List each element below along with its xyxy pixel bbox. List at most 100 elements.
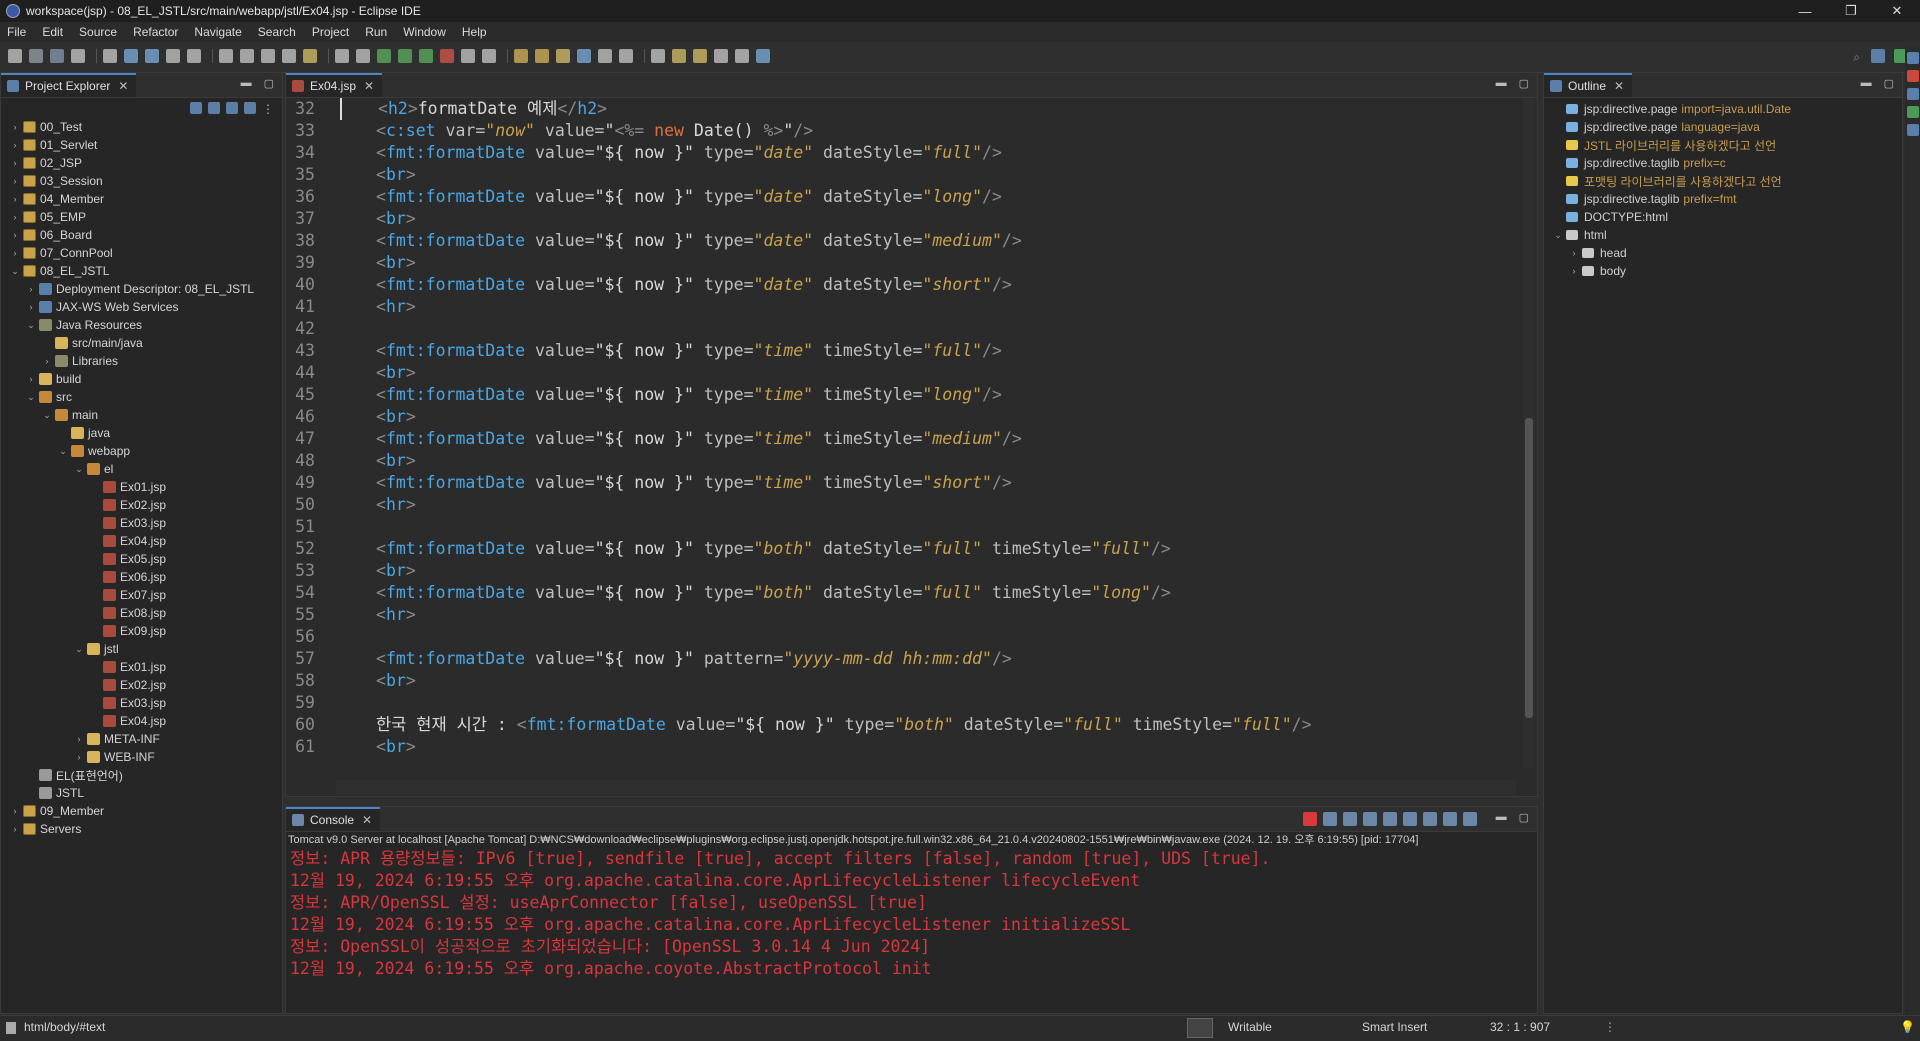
tree-item[interactable]: › JAX-WS Web Services	[1, 298, 282, 316]
tasks-icon[interactable]	[1906, 88, 1919, 100]
toolbar-button-icon[interactable]	[335, 49, 349, 63]
scroll-thumb[interactable]	[1525, 418, 1533, 718]
minimize-icon[interactable]: ▬	[1861, 77, 1872, 90]
code-line[interactable]: 35 <br>	[286, 164, 1521, 186]
outline-item[interactable]: 포맷팅 라이브러리를 사용하겠다고 선언	[1552, 172, 1902, 190]
status-menu-icon[interactable]: ⋮	[1604, 1020, 1616, 1034]
code-line[interactable]: 54 <fmt:formatDate value="${ now }" type=…	[286, 582, 1521, 604]
chevron-down-icon[interactable]: ⌄	[73, 644, 85, 655]
tree-item[interactable]: Ex07.jsp	[1, 586, 282, 604]
toolbar-button-icon[interactable]	[103, 49, 117, 63]
tree-item[interactable]: Ex04.jsp	[1, 712, 282, 730]
tree-item[interactable]: EL(표현언어)	[1, 766, 282, 784]
menu-window[interactable]: Window	[403, 25, 446, 39]
menu-source[interactable]: Source	[79, 25, 117, 39]
tree-item[interactable]: › build	[1, 370, 282, 388]
maximize-icon[interactable]: ▢	[1884, 77, 1894, 90]
close-window-button[interactable]: ✕	[1874, 0, 1920, 22]
outline-item[interactable]: ⌄ html	[1552, 226, 1902, 244]
tree-item[interactable]: › Servers	[1, 820, 282, 838]
chevron-right-icon[interactable]: ›	[25, 284, 37, 294]
toolbar-button-icon[interactable]	[187, 49, 201, 63]
chevron-right-icon[interactable]: ›	[73, 734, 85, 744]
link-editor-icon[interactable]	[208, 102, 220, 114]
tree-item[interactable]: Ex01.jsp	[1, 478, 282, 496]
code-line[interactable]: 40 <fmt:formatDate value="${ now }" type=…	[286, 274, 1521, 296]
outline-item[interactable]: jsp:directive.page language=java	[1552, 118, 1902, 136]
tree-item[interactable]: › 03_Session	[1, 172, 282, 190]
code-line[interactable]: 55 <hr>	[286, 604, 1521, 626]
tab-ex04-jsp[interactable]: Ex04.jsp ✕	[286, 73, 383, 97]
close-icon[interactable]: ✕	[118, 79, 128, 93]
console-output[interactable]: 정보: APR 용량정보들: IPv6 [true], sendfile [tr…	[286, 848, 1537, 980]
toolbar-button-icon[interactable]	[482, 49, 496, 63]
minimize-icon[interactable]: ▬	[241, 77, 252, 90]
code-line[interactable]: 41 <hr>	[286, 296, 1521, 318]
outline-item[interactable]: JSTL 라이브러리를 사용하겠다고 선언	[1552, 136, 1902, 154]
tree-item[interactable]: Ex03.jsp	[1, 694, 282, 712]
toolbar-button-icon[interactable]	[619, 49, 633, 63]
open-console-icon[interactable]	[1463, 812, 1477, 826]
chevron-right-icon[interactable]: ›	[41, 356, 53, 366]
chevron-right-icon[interactable]: ›	[1568, 248, 1580, 258]
code-line[interactable]: 60 한국 현재 시간 : <fmt:formatDate value="${ n…	[286, 714, 1521, 736]
code-line[interactable]: 44 <br>	[286, 362, 1521, 384]
tree-item[interactable]: › 00_Test	[1, 118, 282, 136]
tree-item[interactable]: ⌄ jstl	[1, 640, 282, 658]
toolbar-button-icon[interactable]	[166, 49, 180, 63]
code-line[interactable]: 53 <br>	[286, 560, 1521, 582]
code-line[interactable]: 42	[286, 318, 1521, 340]
tips-icon[interactable]: 💡	[1900, 1020, 1915, 1034]
toolbar-button-icon[interactable]	[440, 49, 454, 63]
toolbar-button-icon[interactable]	[598, 49, 612, 63]
editor-horizontal-scrollbar[interactable]	[336, 780, 1516, 794]
toolbar-button-icon[interactable]	[240, 49, 254, 63]
tree-item[interactable]: Ex08.jsp	[1, 604, 282, 622]
tree-item[interactable]: Ex02.jsp	[1, 496, 282, 514]
menu-help[interactable]: Help	[462, 25, 487, 39]
scroll-lock-icon[interactable]	[1383, 812, 1397, 826]
toolbar-button-icon[interactable]	[419, 49, 433, 63]
toolbar-button-icon[interactable]	[303, 49, 317, 63]
terminate-icon[interactable]	[1303, 812, 1317, 826]
chevron-down-icon[interactable]: ⌄	[57, 446, 69, 457]
toolbar-button-icon[interactable]	[756, 49, 770, 63]
code-editor[interactable]: 32 <h2>formatDate 예제</h2> 33 <c:set var="no…	[286, 98, 1521, 758]
chevron-down-icon[interactable]: ⌄	[1552, 230, 1564, 241]
maximize-icon[interactable]: ▢	[1519, 811, 1529, 824]
chevron-right-icon[interactable]: ›	[9, 140, 21, 150]
editor-vertical-scrollbar[interactable]	[1523, 98, 1535, 768]
tree-item[interactable]: › 01_Servlet	[1, 136, 282, 154]
chevron-right-icon[interactable]: ›	[9, 122, 21, 132]
collapse-all-icon[interactable]	[190, 102, 202, 114]
tree-item[interactable]: Ex06.jsp	[1, 568, 282, 586]
code-line[interactable]: 36 <fmt:formatDate value="${ now }" type=…	[286, 186, 1521, 208]
tree-item[interactable]: java	[1, 424, 282, 442]
minimize-button[interactable]: —	[1782, 0, 1828, 22]
code-line[interactable]: 46 <br>	[286, 406, 1521, 428]
menu-project[interactable]: Project	[312, 25, 349, 39]
remove-all-icon[interactable]	[1343, 812, 1357, 826]
chevron-right-icon[interactable]: ›	[9, 230, 21, 240]
filter-icon[interactable]	[226, 102, 238, 114]
toolbar-button-icon[interactable]	[124, 49, 138, 63]
toolbar-button-icon[interactable]	[398, 49, 412, 63]
code-line[interactable]: 45 <fmt:formatDate value="${ now }" type=…	[286, 384, 1521, 406]
code-line[interactable]: 48 <br>	[286, 450, 1521, 472]
menu-run[interactable]: Run	[365, 25, 387, 39]
outline-item[interactable]: › body	[1552, 262, 1902, 280]
menu-edit[interactable]: Edit	[42, 25, 63, 39]
tree-item[interactable]: › WEB-INF	[1, 748, 282, 766]
code-line[interactable]: 59	[286, 692, 1521, 714]
toolbar-button-icon[interactable]	[651, 49, 665, 63]
tree-item[interactable]: › 09_Member	[1, 802, 282, 820]
tree-item[interactable]: JSTL	[1, 784, 282, 802]
menu-navigate[interactable]: Navigate	[194, 25, 241, 39]
toolbar-button-icon[interactable]	[8, 49, 22, 63]
tree-item[interactable]: Ex01.jsp	[1, 658, 282, 676]
code-line[interactable]: 49 <fmt:formatDate value="${ now }" type=…	[286, 472, 1521, 494]
minimize-icon[interactable]: ▬	[1496, 811, 1507, 824]
focus-icon[interactable]	[244, 102, 256, 114]
chevron-right-icon[interactable]: ›	[9, 248, 21, 258]
tree-item[interactable]: Ex05.jsp	[1, 550, 282, 568]
